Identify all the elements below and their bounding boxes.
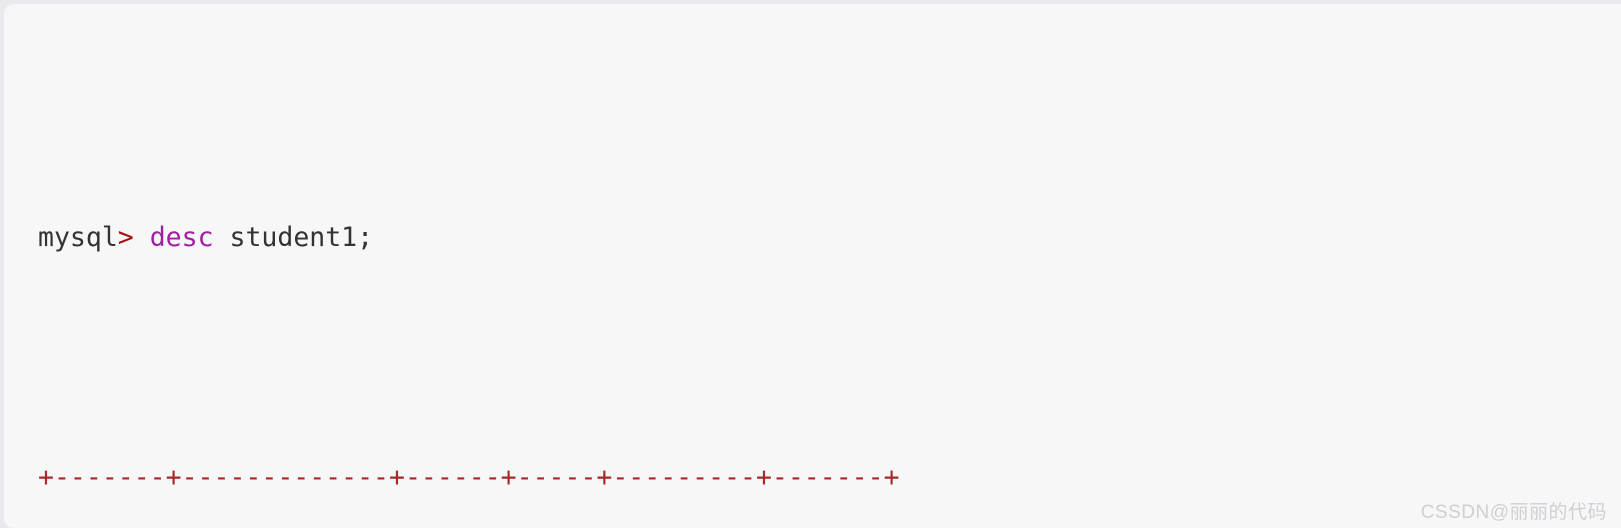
command-line: mysql> desc student1; xyxy=(38,214,1621,262)
terminal-output: mysql> desc student1; +-------+---------… xyxy=(38,22,1621,528)
code-block: mysql> desc student1; +-------+---------… xyxy=(4,4,1621,528)
sql-keyword-desc: desc xyxy=(149,222,214,253)
command-target: student1; xyxy=(213,222,374,253)
prompt-label: mysql xyxy=(38,222,118,253)
prompt-symbol-icon: > xyxy=(117,222,134,253)
table-separator-top: +-------+-------------+------+-----+----… xyxy=(38,454,1621,502)
watermark: CSSDN@丽丽的代码 xyxy=(1420,502,1607,523)
separator-rule: +-------+-------------+------+-----+----… xyxy=(38,462,900,493)
